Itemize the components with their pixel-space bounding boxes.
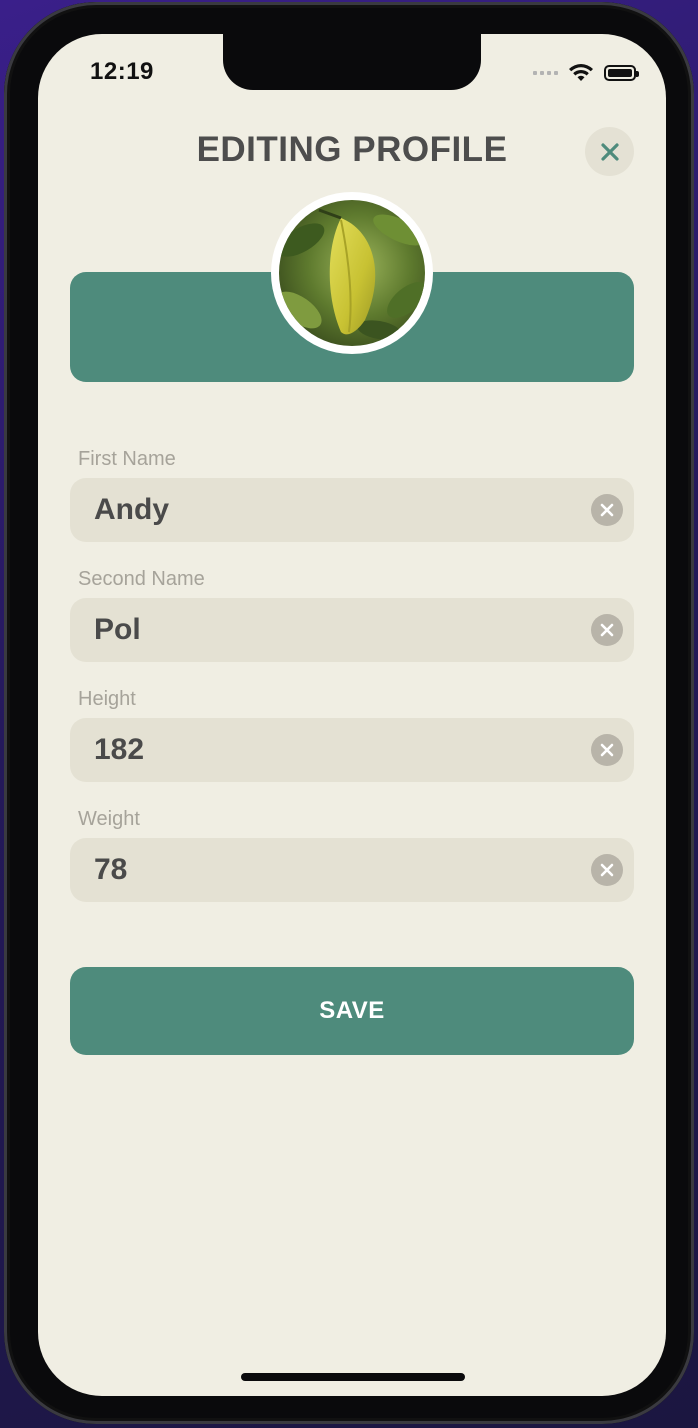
second-name-clear-button[interactable] (591, 614, 623, 646)
phone-frame: 12:19 EDITING PROFILE First Name Andy Se… (4, 2, 694, 1424)
avatar[interactable] (271, 192, 433, 354)
height-label: Height (78, 688, 136, 710)
second-name-label: Second Name (78, 568, 205, 590)
first-name-label: First Name (78, 448, 176, 470)
first-name-value: Andy (94, 493, 169, 526)
avatar-photo-leaf (279, 200, 425, 346)
weight-label: Weight (78, 808, 140, 830)
clear-icon (600, 623, 614, 637)
page-title: EDITING PROFILE (196, 130, 508, 169)
clear-icon (600, 503, 614, 517)
second-name-field[interactable]: Pol (70, 598, 634, 662)
height-value: 182 (94, 733, 145, 766)
clear-icon (600, 743, 614, 757)
weight-clear-button[interactable] (591, 854, 623, 886)
second-name-value: Pol (94, 613, 141, 646)
height-field[interactable]: 182 (70, 718, 634, 782)
weight-field[interactable]: 78 (70, 838, 634, 902)
status-icons (533, 62, 639, 84)
height-clear-button[interactable] (591, 734, 623, 766)
status-time: 12:19 (90, 58, 154, 85)
close-icon (600, 142, 619, 161)
battery-icon (604, 65, 639, 81)
close-button[interactable] (585, 127, 634, 176)
wifi-icon (569, 64, 593, 81)
first-name-clear-button[interactable] (591, 494, 623, 526)
save-button[interactable]: SAVE (70, 967, 634, 1055)
first-name-field[interactable]: Andy (70, 478, 634, 542)
device-notch (223, 34, 481, 90)
home-indicator[interactable] (241, 1373, 465, 1381)
cellular-signal-icon (533, 71, 558, 75)
clear-icon (600, 863, 614, 877)
weight-value: 78 (94, 853, 128, 886)
app-screen: 12:19 EDITING PROFILE First Name Andy Se… (38, 34, 666, 1396)
